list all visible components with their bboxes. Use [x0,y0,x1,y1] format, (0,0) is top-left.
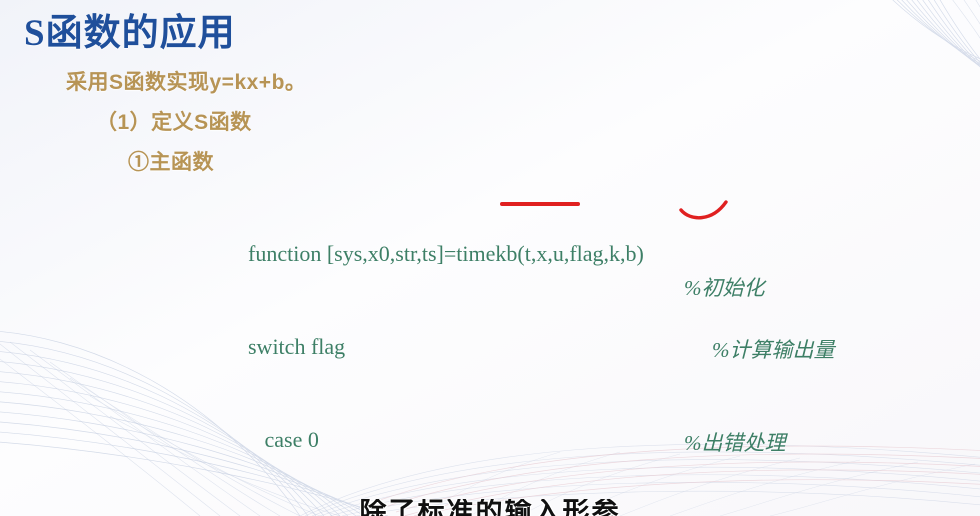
subtitle-text: 除了标准的输入形参 [359,499,621,516]
red-curve-annotation [678,200,734,222]
code-comment-outputs: %计算输出量 [712,338,835,362]
code-comment-error: %出错处理 [684,431,786,455]
code-line: case 0 [248,427,319,452]
presentation-slide: S函数的应用 采用S函数实现y=kx+b。 （1）定义S函数 ①主函数 func… [0,0,980,516]
slide-title: S函数的应用 [24,13,236,54]
outline-line-3: ①主函数 [128,151,214,174]
code-line: function [sys,x0,str,ts]=timekb(t,x,u,fl… [248,241,644,266]
topright-line-fan [892,0,980,68]
red-underline-annotation [500,202,580,206]
code-block: function [sys,x0,str,ts]=timekb(t,x,u,fl… [248,176,644,516]
topright-cross-fan [952,0,980,39]
outline-line-2: （1）定义S函数 [96,111,252,134]
code-comment-init: %初始化 [684,276,765,300]
outline-line-1: 采用S函数实现y=kx+b。 [66,71,307,94]
code-line: switch flag [248,334,346,359]
subtitle-overlay: 除了标准的输入形参 [0,499,980,516]
